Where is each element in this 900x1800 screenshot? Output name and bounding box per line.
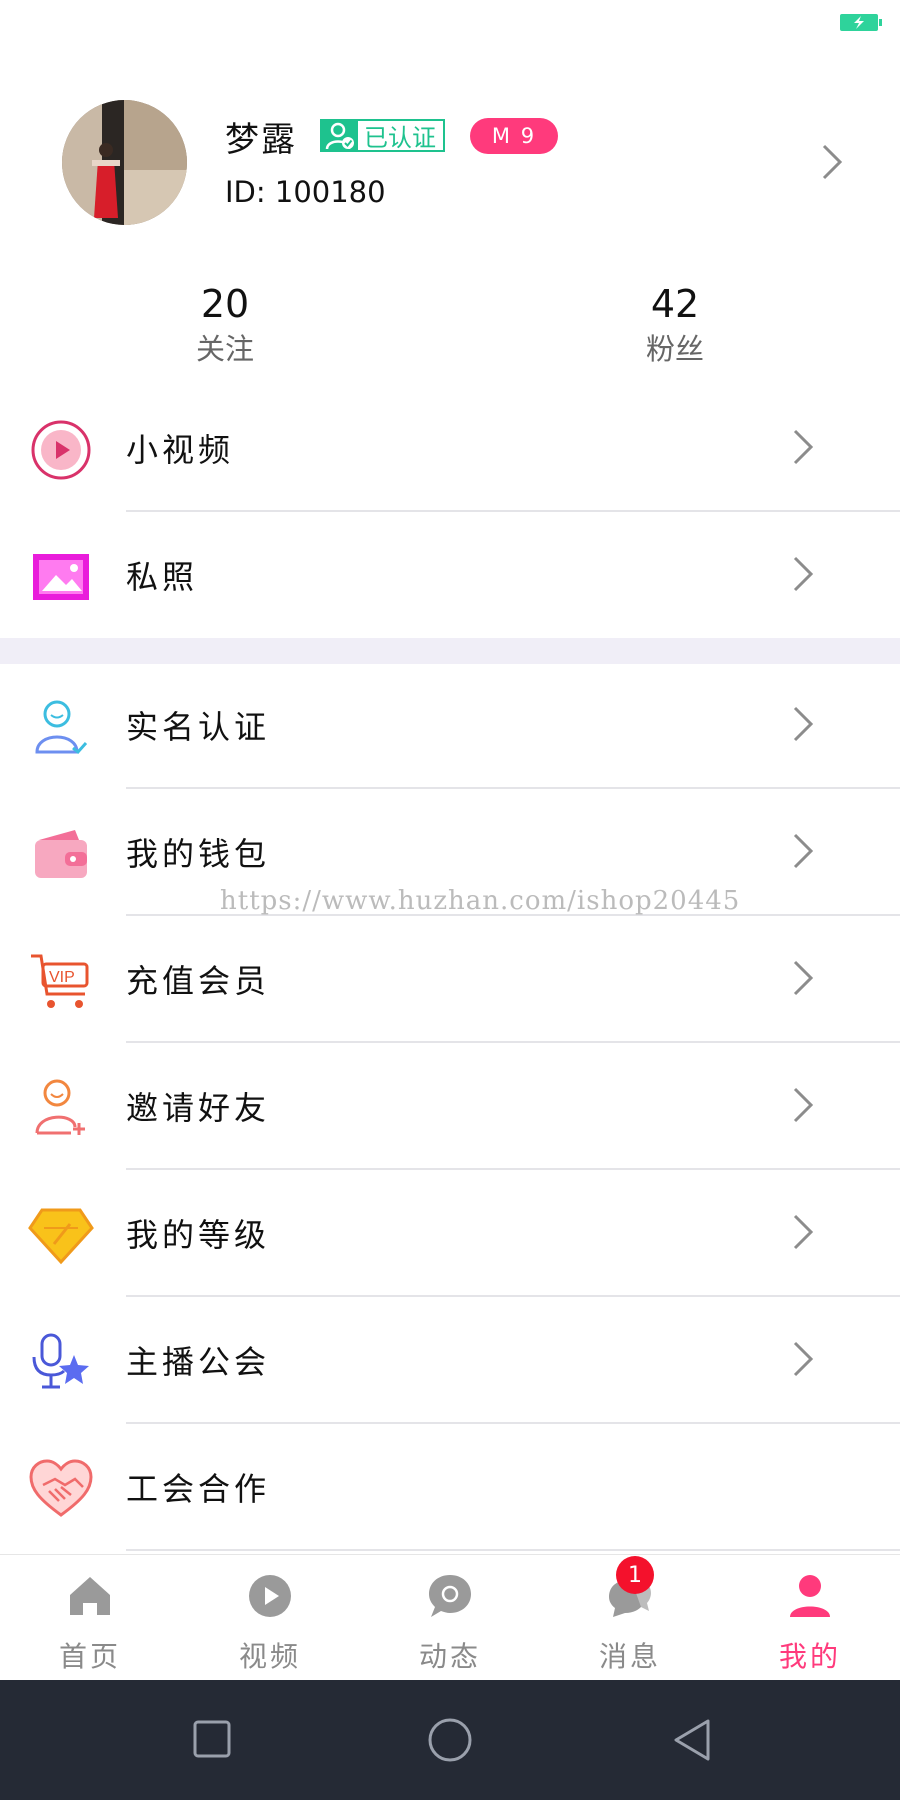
- menu-item-vip-recharge[interactable]: VIP 充值会员: [0, 916, 900, 1043]
- menu-label: 小视频: [126, 431, 235, 469]
- diamond-level-icon: [28, 1202, 94, 1268]
- user-id: ID: 100180: [225, 175, 386, 209]
- chevron-right-icon: [790, 704, 816, 748]
- watermark-text: https://www.huzhan.com/ishop20445: [220, 886, 741, 916]
- recent-apps-button[interactable]: [193, 1720, 231, 1762]
- moments-icon: [427, 1573, 473, 1619]
- microphone-star-icon: [28, 1329, 94, 1395]
- menu-item-invite-friends[interactable]: 邀请好友: [0, 1043, 900, 1170]
- menu-label: 充值会员: [126, 962, 271, 1000]
- following-count: 20: [200, 282, 250, 326]
- fans-label: 粉丝: [645, 332, 704, 366]
- wallet-icon: [28, 821, 94, 887]
- menu-label: 我的钱包: [126, 835, 271, 873]
- menu-item-guild-cooperation[interactable]: 工会合作: [0, 1424, 900, 1551]
- chevron-right-icon: [790, 554, 816, 598]
- vip-cart-icon: VIP: [28, 948, 94, 1014]
- tab-profile[interactable]: 我的: [720, 1555, 900, 1681]
- tab-label: 首页: [58, 1640, 121, 1673]
- user-name: 梦露: [225, 120, 297, 160]
- menu-label: 主播公会: [126, 1343, 271, 1381]
- chevron-right-icon: [790, 1085, 816, 1129]
- verified-badge: 已认证: [320, 119, 445, 152]
- avatar[interactable]: [62, 100, 187, 225]
- svg-text:VIP: VIP: [49, 969, 75, 986]
- menu-item-my-level[interactable]: 我的等级: [0, 1170, 900, 1297]
- battery-icon: [840, 14, 882, 31]
- section-separator: [0, 638, 900, 664]
- tab-home[interactable]: 首页: [0, 1555, 180, 1681]
- home-icon: [67, 1573, 113, 1619]
- chevron-right-icon: [790, 1212, 816, 1256]
- menu-item-private-photos[interactable]: 私照: [0, 512, 900, 639]
- menu-label: 实名认证: [126, 708, 271, 746]
- add-friend-icon: [28, 1075, 94, 1141]
- messages-unread-badge: 1: [616, 1556, 654, 1594]
- tab-label: 我的: [778, 1640, 841, 1673]
- chevron-right-icon: [790, 427, 816, 471]
- system-navigation-bar: [0, 1680, 900, 1800]
- back-button[interactable]: [670, 1717, 714, 1767]
- level-badge: M 9: [470, 118, 558, 154]
- video-icon: [247, 1573, 293, 1619]
- menu-item-real-name-verification[interactable]: 实名认证: [0, 662, 900, 789]
- fans-stat[interactable]: 42 粉丝: [575, 282, 775, 368]
- menu-item-anchor-guild[interactable]: 主播公会: [0, 1297, 900, 1424]
- menu-label: 我的等级: [126, 1216, 271, 1254]
- tab-label: 消息: [598, 1640, 661, 1673]
- menu-label: 私照: [126, 558, 199, 596]
- home-button[interactable]: [427, 1717, 473, 1767]
- profile-chevron-right-icon[interactable]: [818, 142, 846, 186]
- profile-icon: [787, 1573, 833, 1619]
- tab-video[interactable]: 视频: [180, 1555, 360, 1681]
- divider: [126, 1549, 900, 1551]
- tab-label: 动态: [418, 1640, 481, 1673]
- handshake-heart-icon: [28, 1456, 94, 1522]
- menu-item-short-video[interactable]: 小视频: [0, 385, 900, 512]
- chevron-right-icon: [790, 831, 816, 875]
- play-circle-icon: [28, 417, 94, 483]
- tab-label: 视频: [238, 1640, 301, 1673]
- following-label: 关注: [195, 332, 254, 366]
- menu-label: 工会合作: [126, 1470, 271, 1508]
- fans-count: 42: [650, 282, 700, 326]
- tab-moments[interactable]: 动态: [360, 1555, 540, 1681]
- bottom-tab-bar: 首页 视频 动态 消息 我的: [0, 1554, 900, 1681]
- menu-label: 邀请好友: [126, 1089, 271, 1127]
- chevron-right-icon: [790, 958, 816, 1002]
- photo-icon: [28, 544, 94, 610]
- verified-user-icon: [322, 120, 358, 151]
- verified-label: 已认证: [364, 124, 436, 152]
- user-verify-icon: [28, 694, 94, 760]
- following-stat[interactable]: 20 关注: [125, 282, 325, 368]
- chevron-right-icon: [790, 1339, 816, 1383]
